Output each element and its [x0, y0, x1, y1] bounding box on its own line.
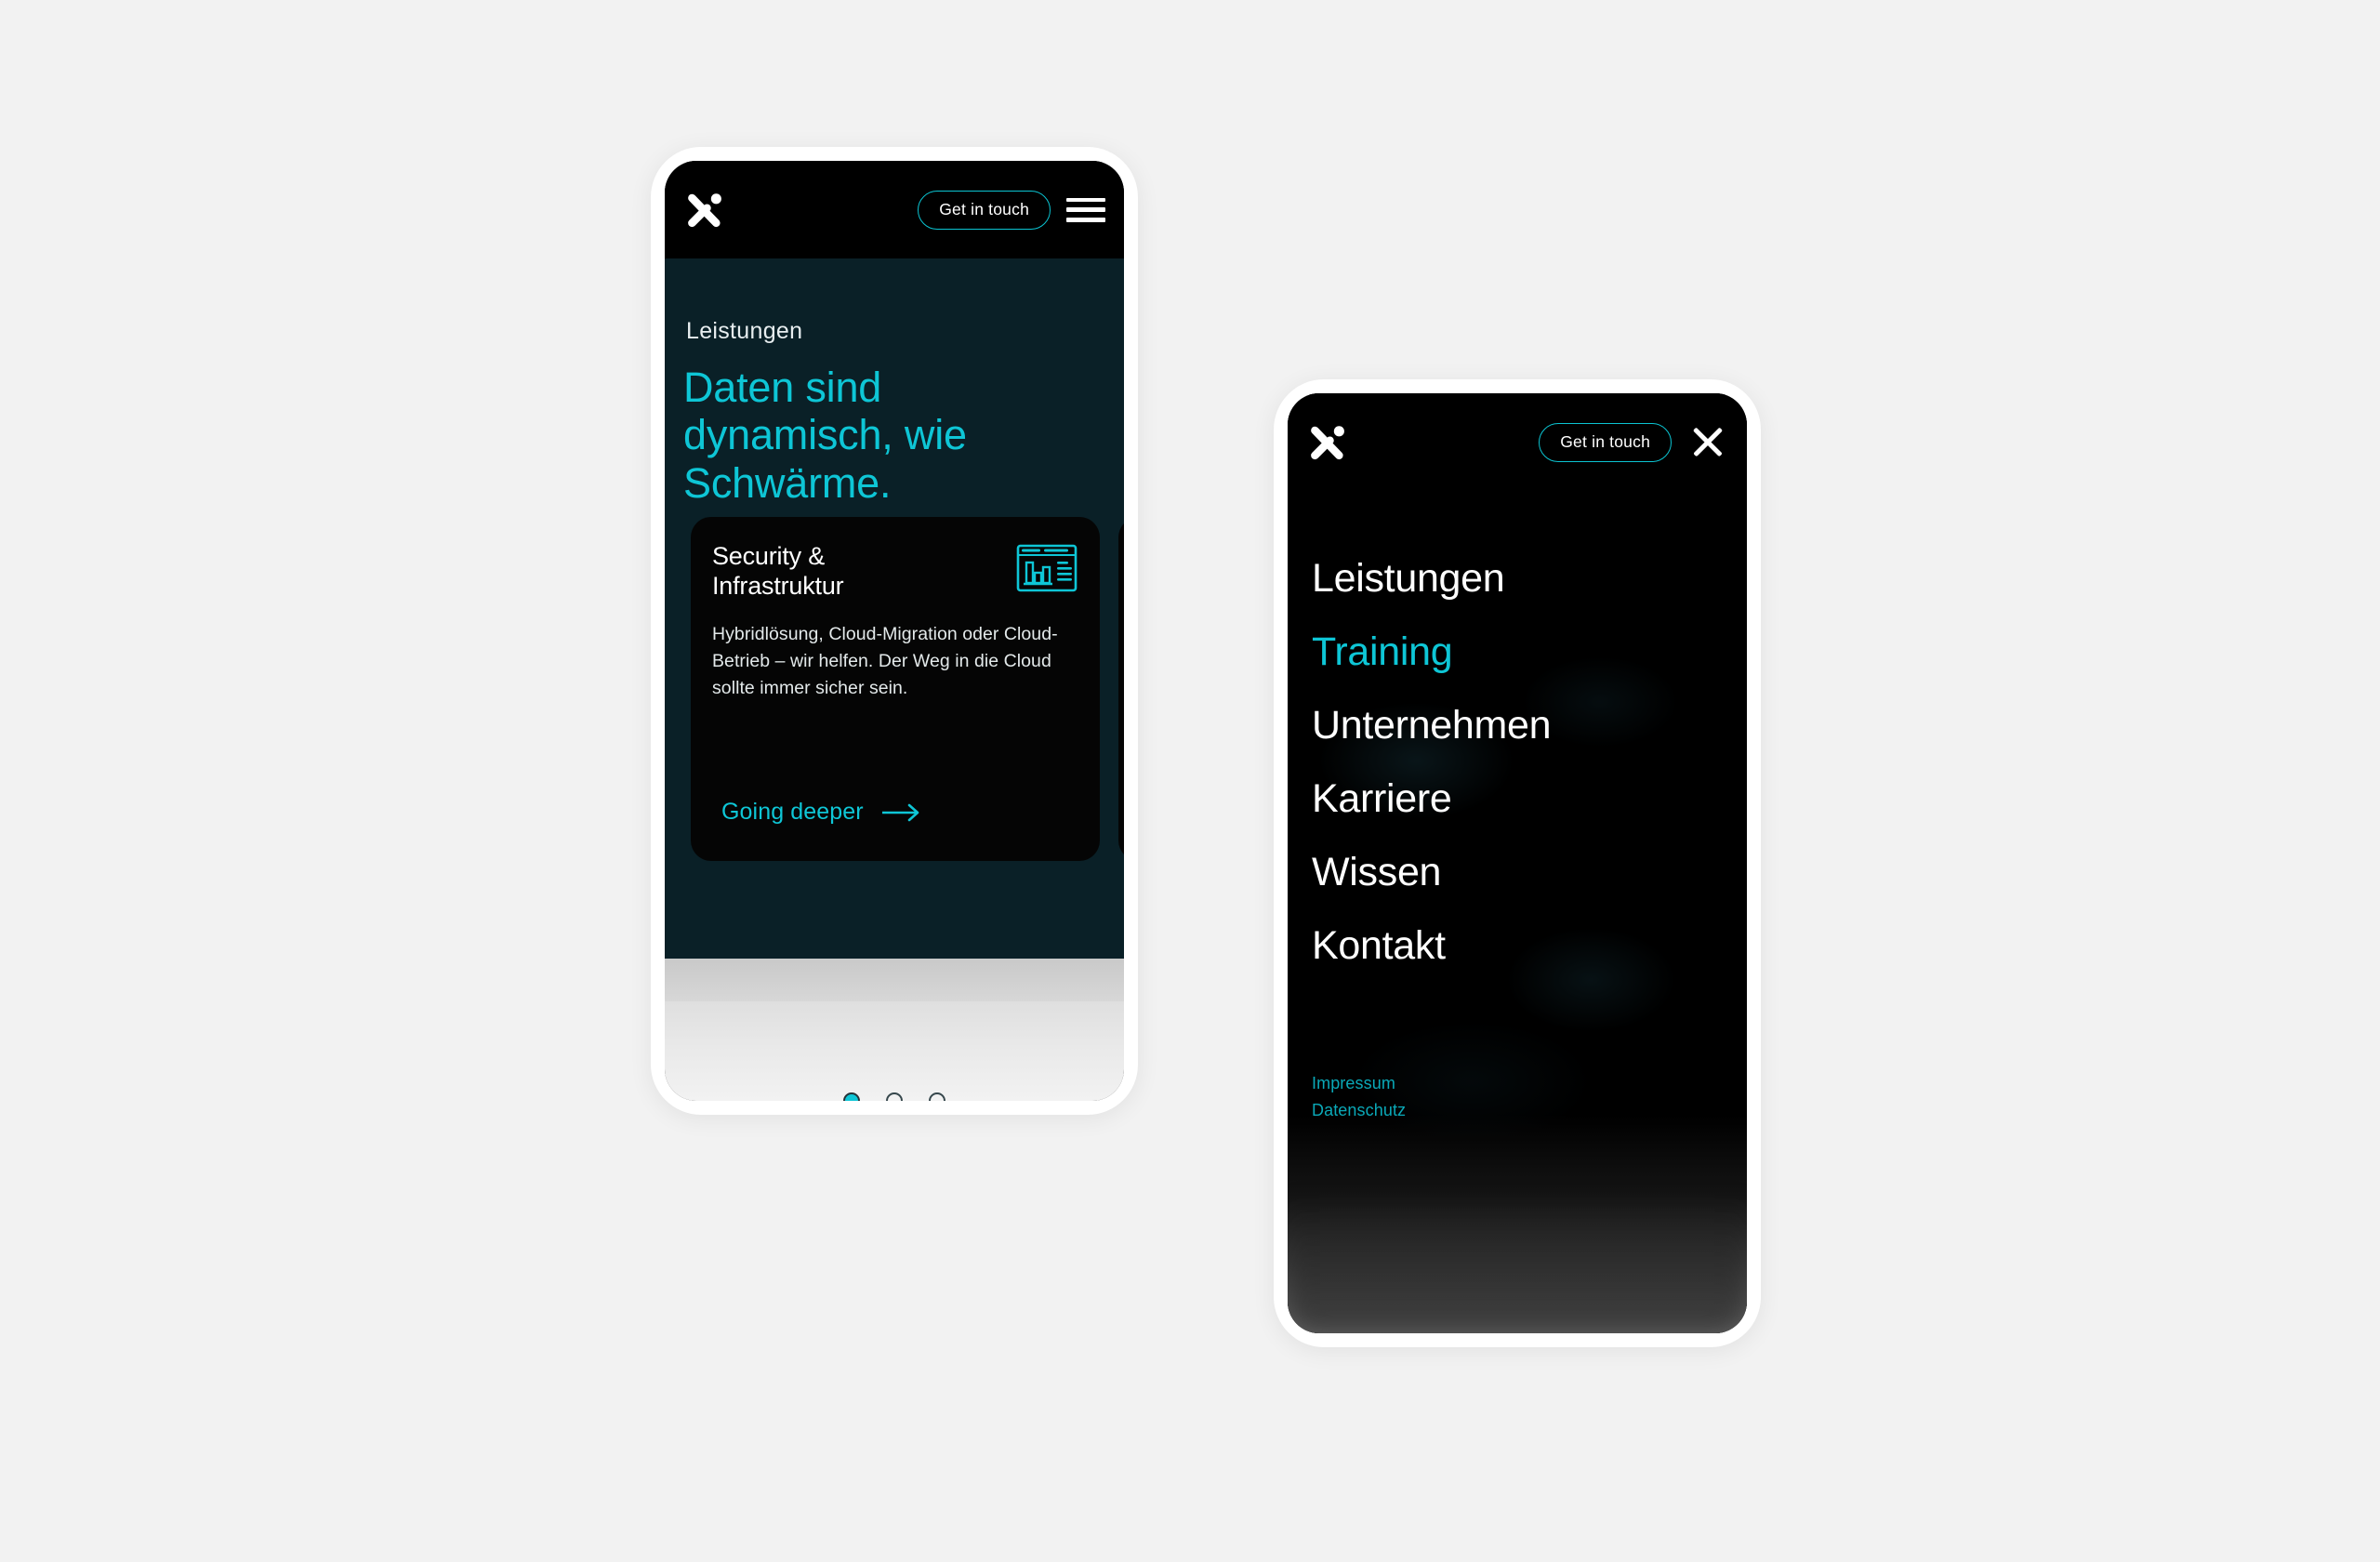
phone-screen-right: Leistungen Training Unternehmen Karriere…	[1288, 393, 1747, 1333]
get-in-touch-button[interactable]: Get in touch	[918, 190, 1051, 230]
menu-item-unternehmen[interactable]: Unternehmen	[1312, 706, 1552, 746]
canvas: Leistungen Daten sind dynamisch, wie Sch…	[0, 0, 2380, 1562]
footer-link-datenschutz[interactable]: Datenschutz	[1312, 1100, 1406, 1121]
close-icon[interactable]	[1687, 422, 1728, 463]
carousel-dot-2[interactable]	[886, 1092, 903, 1101]
menu-footer-links: Impressum Datenschutz	[1312, 1073, 1406, 1127]
menu-item-training[interactable]: Training	[1312, 632, 1551, 672]
dashboard-chart-icon	[1016, 544, 1078, 592]
menu-bottom-gradient	[1288, 1115, 1747, 1333]
menu-item-kontakt[interactable]: Kontakt	[1312, 926, 1551, 966]
services-carousel[interactable]: Security & Infrastruktur Hybridlösung, C…	[665, 517, 1124, 861]
page-lower-area	[665, 959, 1124, 1101]
menu-bottom-inner-gradient	[1289, 1194, 1745, 1333]
carousel-dot-1[interactable]	[843, 1092, 860, 1101]
phone-mockup-left: Leistungen Daten sind dynamisch, wie Sch…	[651, 147, 1138, 1115]
service-card-header: Security & Infrastruktur	[691, 517, 1100, 602]
footer-link-impressum[interactable]: Impressum	[1312, 1073, 1406, 1094]
app-topbar-right: Get in touch	[1288, 393, 1747, 491]
service-card-title: Security & Infrastruktur	[712, 542, 844, 601]
hamburger-icon[interactable]	[1066, 195, 1105, 225]
x-swarm-logo[interactable]	[686, 190, 728, 230]
app-topbar-left: Get in touch	[665, 161, 1124, 258]
menu-item-wissen[interactable]: Wissen	[1312, 853, 1551, 893]
service-card-body: Hybridlösung, Cloud-Migration oder Cloud…	[712, 623, 1058, 698]
main-navigation-menu: Leistungen Training Unternehmen Karriere…	[1312, 559, 1552, 999]
service-card[interactable]: Security & Infrastruktur Hybridlösung, C…	[691, 517, 1100, 861]
hero-eyebrow: Leistungen	[686, 318, 803, 344]
lower-area-fade	[665, 959, 1124, 1001]
menu-item-leistungen[interactable]: Leistungen	[1312, 559, 1551, 599]
x-swarm-logo[interactable]	[1309, 422, 1351, 462]
carousel-dot-3[interactable]	[929, 1092, 945, 1101]
get-in-touch-button[interactable]: Get in touch	[1539, 422, 1672, 462]
menu-item-karriere[interactable]: Karriere	[1312, 779, 1551, 819]
phone-mockup-right: Leistungen Training Unternehmen Karriere…	[1274, 379, 1761, 1347]
carousel-dots[interactable]	[665, 1092, 1124, 1101]
hero-headline: Daten sind dynamisch, wie Schwärme.	[683, 364, 967, 507]
arrow-right-icon	[881, 802, 921, 823]
phone-screen-left: Leistungen Daten sind dynamisch, wie Sch…	[665, 161, 1124, 1101]
service-card-cta[interactable]: Going deeper	[721, 799, 921, 826]
service-card-cta-label: Going deeper	[721, 799, 864, 825]
service-card-next-peek[interactable]	[1118, 517, 1124, 861]
